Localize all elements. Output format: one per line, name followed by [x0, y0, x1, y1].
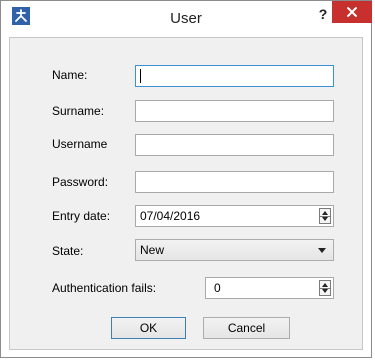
spin-up-icon[interactable] — [322, 211, 328, 215]
name-input[interactable] — [135, 65, 334, 87]
password-label: Password: — [52, 175, 109, 189]
spin-down-icon[interactable] — [322, 217, 328, 221]
username-label: Username — [52, 137, 108, 151]
close-button[interactable] — [332, 1, 372, 23]
dialog-window: User ? Name: Surname: Username Password:… — [0, 0, 372, 358]
state-label: State: — [52, 244, 84, 258]
password-input[interactable] — [135, 171, 334, 193]
close-icon — [347, 7, 357, 17]
chevron-down-icon — [318, 248, 326, 253]
name-label: Name: — [52, 68, 88, 82]
date-spinner[interactable] — [319, 208, 331, 224]
auth-fails-input[interactable]: 0 — [205, 277, 334, 299]
auth-fails-spinner[interactable] — [319, 280, 331, 296]
state-value: New — [140, 243, 165, 257]
entry-date-label: Entry date: — [52, 209, 111, 223]
username-input[interactable] — [135, 134, 334, 156]
surname-label: Surname: — [52, 104, 105, 118]
spin-up-icon[interactable] — [322, 283, 328, 287]
auth-fails-label: Authentication fails: — [52, 281, 157, 295]
entry-date-value: 07/04/2016 — [140, 209, 201, 223]
form-panel: Name: Surname: Username Password: Entry … — [9, 37, 363, 350]
ok-button[interactable]: OK — [111, 317, 186, 339]
auth-fails-value: 0 — [214, 281, 221, 295]
cancel-button[interactable]: Cancel — [203, 317, 290, 339]
spin-down-icon[interactable] — [322, 289, 328, 293]
text-caret — [140, 69, 141, 83]
title-bar: User ? — [1, 1, 372, 37]
entry-date-input[interactable]: 07/04/2016 — [135, 205, 334, 227]
surname-input[interactable] — [135, 100, 334, 122]
state-dropdown[interactable]: New — [135, 239, 334, 261]
